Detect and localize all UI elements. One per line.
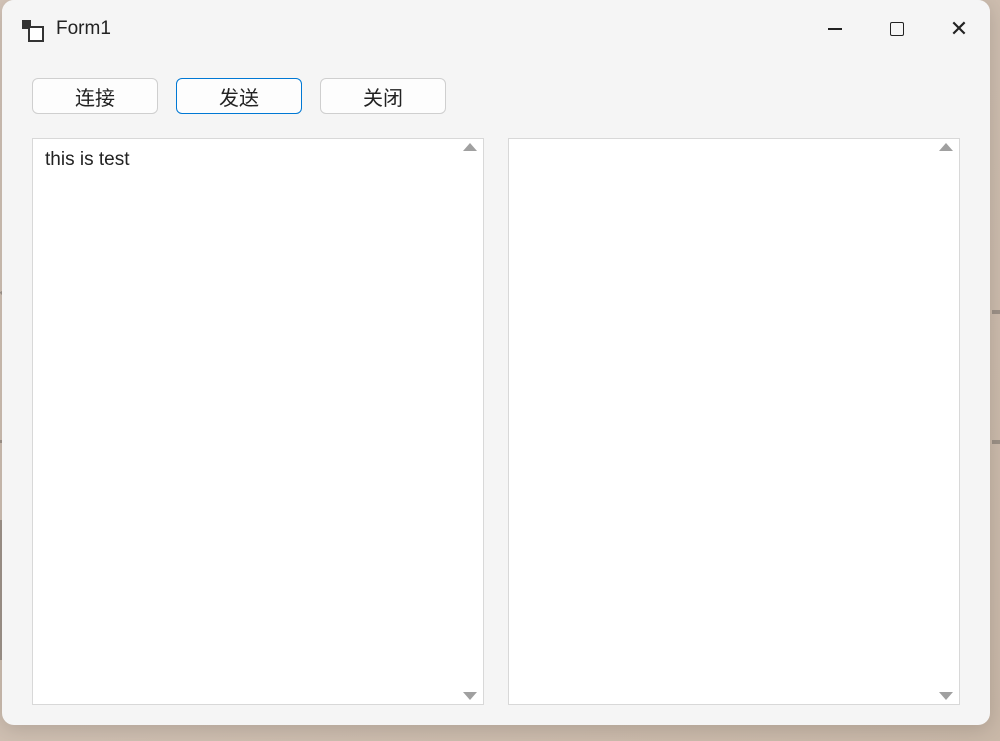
window-controls: ✕ [804, 0, 990, 58]
textbox-row [32, 138, 960, 705]
scroll-down-icon[interactable] [463, 692, 477, 700]
minimize-button[interactable] [804, 0, 866, 58]
left-scrollbar[interactable] [457, 139, 483, 704]
window-title: Form1 [56, 18, 804, 40]
button-row: 连接 发送 关闭 [32, 78, 960, 114]
maximize-icon [890, 22, 904, 36]
minimize-icon [828, 28, 842, 30]
scroll-up-icon[interactable] [939, 143, 953, 151]
close-icon: ✕ [950, 18, 968, 40]
right-textbox[interactable] [509, 139, 933, 704]
right-textbox-container [508, 138, 960, 705]
close-window-button[interactable]: ✕ [928, 0, 990, 58]
right-scrollbar[interactable] [933, 139, 959, 704]
connect-button[interactable]: 连接 [32, 78, 158, 114]
left-textbox-container [32, 138, 484, 705]
maximize-button[interactable] [866, 0, 928, 58]
content-area: 连接 发送 关闭 [2, 58, 990, 725]
titlebar[interactable]: Form1 ✕ [2, 0, 990, 58]
scroll-down-icon[interactable] [939, 692, 953, 700]
scroll-up-icon[interactable] [463, 143, 477, 151]
send-button[interactable]: 发送 [176, 78, 302, 114]
application-window: Form1 ✕ 连接 发送 关闭 [2, 0, 990, 725]
app-icon [22, 20, 42, 40]
left-textbox[interactable] [33, 139, 457, 704]
close-button[interactable]: 关闭 [320, 78, 446, 114]
